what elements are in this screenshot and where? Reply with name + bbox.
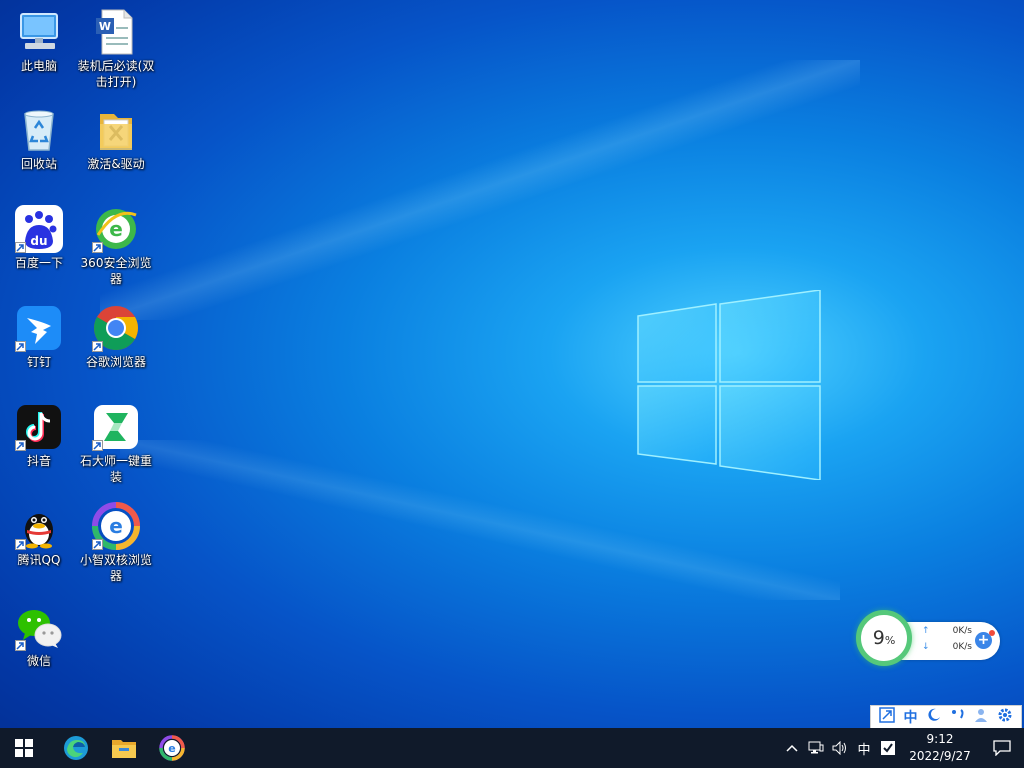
notification-dot (989, 630, 995, 636)
system-monitor-widget[interactable]: ↑ 0K/s ↓ 0K/s + 9% (856, 610, 1004, 666)
desktop-icon-shidashi[interactable]: 石大师一键重装 (77, 403, 155, 485)
icon-label: 360安全浏览器 (80, 256, 152, 286)
icon-label: 百度一下 (14, 256, 63, 270)
input-method-indicator[interactable]: 中 (852, 728, 876, 768)
icon-label: 钉钉 (26, 355, 51, 369)
upload-speed-value: 0K/s (952, 626, 972, 636)
shortcut-arrow-icon (92, 440, 103, 451)
desktop-icon-this-pc[interactable]: 此电脑 (0, 8, 78, 74)
punctuation-icon[interactable] (948, 708, 968, 726)
desktop-icon-activation-driver[interactable]: 激活&驱动 (77, 106, 155, 172)
icon-label: 抖音 (26, 454, 51, 468)
cpu-usage-value: 9 (872, 627, 885, 649)
shortcut-arrow-icon (15, 539, 26, 550)
icon-label: 小智双核浏览器 (79, 553, 152, 583)
icon-label: 回收站 (20, 157, 57, 171)
clock-time: 9:12 (926, 732, 954, 746)
moon-icon[interactable] (924, 708, 944, 726)
computer-icon (15, 8, 63, 56)
desktop-icon-recycle-bin[interactable]: 回收站 (0, 106, 78, 172)
taskbar-xiaozhi-browser[interactable]: e (148, 728, 196, 768)
cpu-usage-ring[interactable]: 9% (856, 610, 912, 666)
chrome-icon (92, 304, 140, 352)
xiaozhi-browser-icon: e (159, 735, 185, 761)
desktop-icon-qq[interactable]: 腾讯QQ (0, 502, 78, 568)
desktop-icon-360-browser[interactable]: e 360安全浏览器 (77, 205, 155, 287)
notification-icon (993, 740, 1011, 756)
word-document-icon: W (92, 8, 140, 56)
svg-text:W: W (99, 20, 111, 33)
security-check-icon[interactable] (876, 728, 900, 768)
shortcut-arrow-icon (92, 539, 103, 550)
ime-mode-toggle[interactable]: 中 (900, 707, 920, 727)
start-button[interactable] (0, 728, 48, 768)
icon-label: 微信 (26, 654, 51, 668)
ime-toolbar: 中 (870, 705, 1022, 729)
shortcut-arrow-icon (15, 640, 26, 651)
desktop-icon-chrome[interactable]: 谷歌浏览器 (77, 304, 155, 370)
desktop-icon-readme[interactable]: W 装机后必读(双击打开) (77, 8, 155, 90)
desktop-icon-dingtalk[interactable]: 钉钉 (0, 304, 78, 370)
upload-arrow-icon: ↑ (922, 626, 930, 636)
taskbar: e 中 9:12 2022/9/27 (0, 728, 1024, 768)
clock-date: 2022/9/27 (909, 749, 971, 763)
wallpaper-beam (100, 60, 860, 320)
shortcut-arrow-icon (15, 440, 26, 451)
svg-text:e: e (109, 514, 123, 538)
icon-label: 此电脑 (20, 59, 57, 73)
shidashi-icon (92, 403, 140, 451)
xiaozhi-browser-icon: e (92, 502, 140, 550)
clock[interactable]: 9:12 2022/9/27 (900, 731, 980, 765)
douyin-icon (15, 403, 63, 451)
svg-text:e: e (168, 742, 175, 755)
download-arrow-icon: ↓ (922, 642, 930, 652)
icon-label: 激活&驱动 (87, 157, 145, 171)
arrow-icon[interactable] (877, 707, 897, 727)
desktop-icon-xiaozhi-browser[interactable]: e 小智双核浏览器 (77, 502, 155, 584)
shortcut-arrow-icon (15, 242, 26, 253)
icon-label: 腾讯QQ (17, 553, 61, 567)
taskbar-edge[interactable] (52, 728, 100, 768)
desktop-icon-wechat[interactable]: 微信 (0, 603, 78, 669)
notification-center-button[interactable] (980, 728, 1024, 768)
taskbar-file-explorer[interactable] (100, 728, 148, 768)
windows-logo-wallpaper (637, 290, 821, 480)
system-tray: 中 9:12 2022/9/27 (780, 728, 1024, 768)
volume-icon[interactable] (828, 728, 852, 768)
icon-label: 石大师一键重装 (79, 454, 152, 484)
gear-icon[interactable] (995, 707, 1015, 727)
icon-label: 装机后必读(双击打开) (77, 59, 155, 89)
download-speed-value: 0K/s (952, 642, 972, 652)
chevron-up-icon[interactable] (780, 728, 804, 768)
shortcut-arrow-icon (92, 242, 103, 253)
cpu-usage-unit: % (884, 634, 896, 647)
recycle-bin-icon (15, 106, 63, 154)
dingtalk-icon (15, 304, 63, 352)
network-icon[interactable] (804, 728, 828, 768)
shortcut-arrow-icon (92, 341, 103, 352)
user-icon[interactable] (971, 708, 991, 726)
file-explorer-icon (112, 740, 136, 758)
start-icon (15, 739, 33, 757)
icon-label: 谷歌浏览器 (85, 355, 146, 369)
shortcut-arrow-icon (15, 341, 26, 352)
wechat-icon (15, 603, 63, 651)
desktop-icon-douyin[interactable]: 抖音 (0, 403, 78, 469)
svg-text:du: du (30, 234, 47, 248)
desktop-icon-baidu[interactable]: du 百度一下 (0, 205, 78, 271)
folder-icon (92, 106, 140, 154)
360-browser-icon: e (92, 205, 140, 253)
qq-icon (15, 502, 63, 550)
edge-icon (64, 736, 88, 760)
baidu-icon: du (15, 205, 63, 253)
